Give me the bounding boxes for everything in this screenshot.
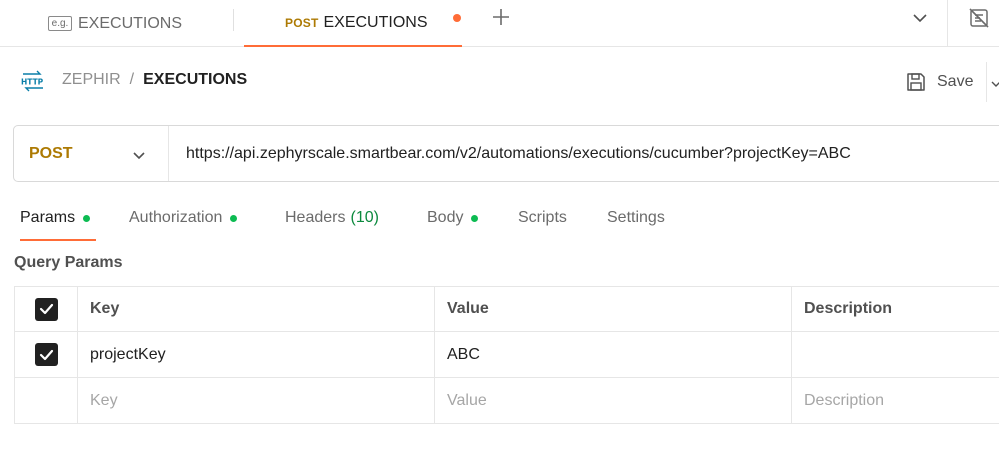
table-header-row: Key Value Description	[14, 286, 999, 332]
tabs-chevron-down-icon[interactable]	[909, 9, 931, 27]
tab-body-label: Body	[427, 209, 464, 226]
tab-divider	[233, 9, 234, 31]
chevron-down-icon	[132, 148, 146, 160]
example-badge-icon: e.g.	[48, 16, 72, 31]
tab-body[interactable]: Body	[427, 205, 479, 241]
row-check-cell-empty	[14, 377, 78, 424]
param-key-cell[interactable]: projectKey	[77, 331, 435, 378]
new-tab-plus-icon[interactable]	[489, 6, 513, 30]
save-icon	[907, 73, 925, 91]
tab-settings[interactable]: Settings	[607, 205, 665, 241]
new-key-input[interactable]: Key	[77, 377, 435, 424]
tab-headers-label: Headers	[285, 209, 346, 226]
breadcrumb: ZEPHIR / EXECUTIONS	[62, 71, 247, 89]
breadcrumb-collection[interactable]: ZEPHIR	[62, 71, 121, 89]
tab-headers[interactable]: Headers (10)	[285, 205, 379, 241]
tab-scripts-label: Scripts	[518, 209, 567, 226]
params-status-dot-icon	[83, 215, 91, 222]
tab-scripts[interactable]: Scripts	[518, 205, 567, 241]
save-divider	[986, 62, 987, 102]
breadcrumb-separator: /	[129, 71, 135, 88]
tab-method-label: POST	[285, 15, 319, 30]
method-label: POST	[29, 144, 73, 162]
tab-settings-label: Settings	[607, 209, 665, 226]
unsaved-changes-dot-icon	[453, 14, 461, 22]
new-value-input[interactable]: Value	[434, 377, 792, 424]
body-status-dot-icon	[471, 215, 479, 222]
row-enabled-checkbox[interactable]	[34, 343, 58, 366]
save-options-chevron-icon[interactable]	[991, 76, 999, 87]
column-header-value: Value	[434, 286, 792, 332]
url-input[interactable]	[186, 144, 986, 163]
svg-text:HTTP: HTTP	[21, 78, 44, 87]
row-check-cell	[14, 331, 78, 378]
tab-executions-example[interactable]: e.g. EXECUTIONS	[48, 0, 182, 47]
param-value-cell[interactable]: ABC	[434, 331, 792, 378]
tab-label: EXECUTIONS	[323, 13, 428, 31]
tab-authorization[interactable]: Authorization	[129, 205, 238, 241]
method-select[interactable]: POST	[14, 126, 169, 181]
toolbar-divider	[947, 0, 948, 47]
tab-label: EXECUTIONS	[78, 14, 183, 32]
tab-params[interactable]: Params	[20, 205, 96, 241]
no-environment-icon[interactable]	[968, 7, 990, 29]
save-label: Save	[937, 73, 974, 90]
request-name[interactable]: EXECUTIONS	[143, 71, 247, 89]
authorization-status-dot-icon	[230, 215, 238, 222]
select-all-checkbox[interactable]	[34, 297, 58, 321]
query-params-title: Query Params	[14, 254, 123, 271]
headers-count: (10)	[350, 209, 379, 226]
http-icon: HTTP	[20, 70, 46, 92]
tab-params-label: Params	[20, 209, 76, 226]
params-table: Key Value Description projectKey ABC Key…	[14, 286, 999, 424]
new-description-input[interactable]: Description	[791, 377, 999, 424]
tab-executions-post[interactable]: POST EXECUTIONS	[244, 0, 462, 47]
table-row: projectKey ABC	[14, 331, 999, 378]
request-url-bar: POST	[13, 125, 999, 182]
column-header-description: Description	[791, 286, 999, 332]
tab-authorization-label: Authorization	[129, 209, 223, 226]
table-row-new: Key Value Description	[14, 377, 999, 424]
save-button[interactable]: Save	[905, 69, 973, 95]
column-header-key: Key	[77, 286, 435, 332]
header-check-cell	[14, 286, 78, 332]
tab-bar: e.g. EXECUTIONS POST EXECUTIONS	[0, 0, 999, 47]
param-description-cell[interactable]	[791, 331, 999, 378]
